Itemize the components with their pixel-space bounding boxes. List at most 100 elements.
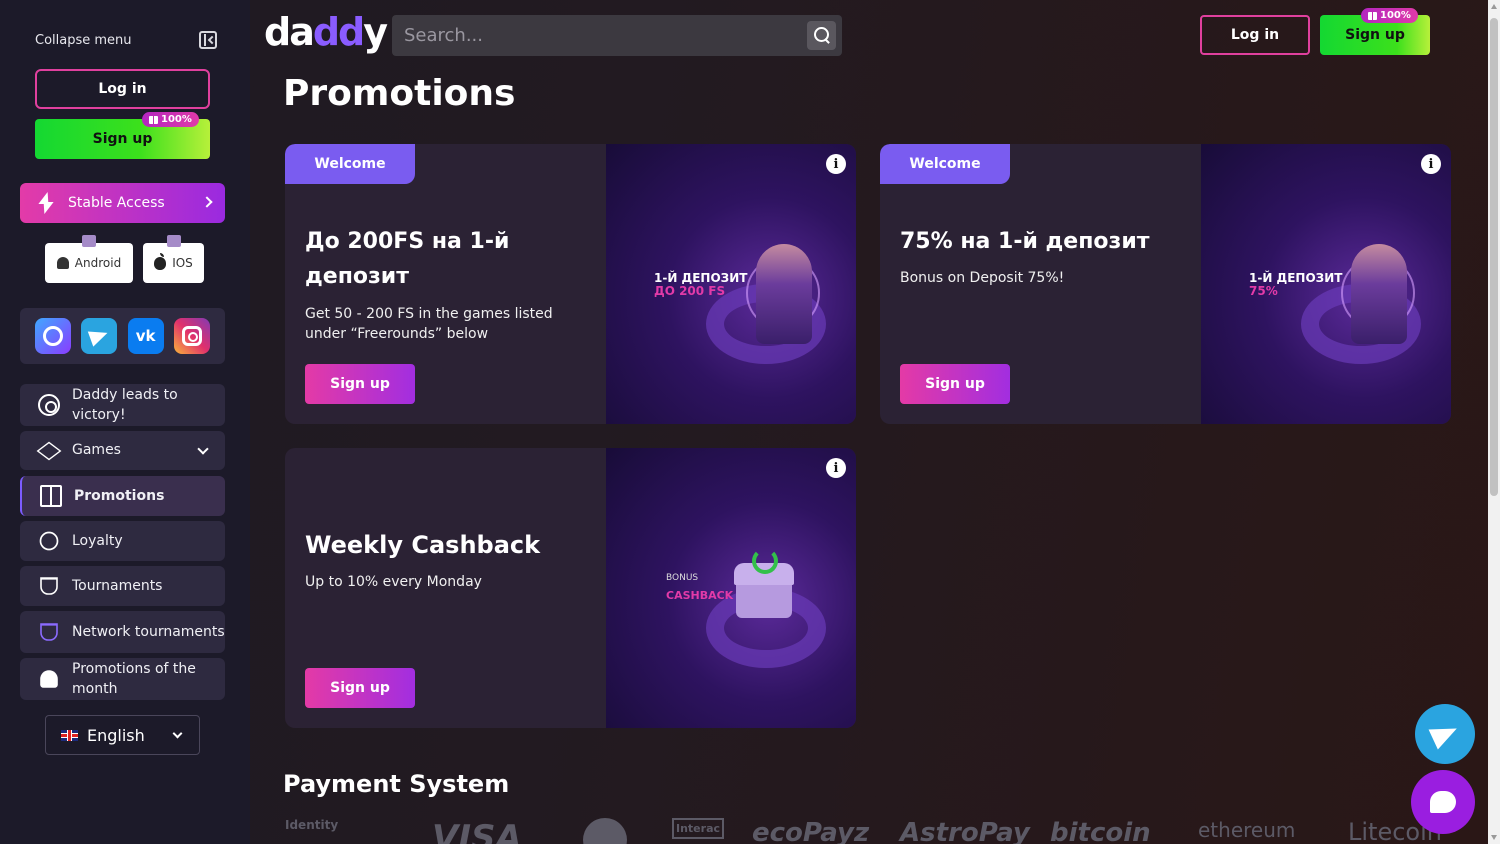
payment-system-title: Payment System: [283, 770, 510, 798]
search-icon[interactable]: [807, 21, 836, 50]
promo-card[interactable]: Weekly Cashback Up to 10% every Monday S…: [285, 448, 856, 728]
roulette-icon: [38, 394, 60, 416]
trophy-purple-icon: [40, 623, 58, 641]
scroll-up-icon[interactable]: [1491, 4, 1497, 9]
sidebar-item-games[interactable]: Games: [20, 431, 225, 470]
sidebar-item-daddy-leads[interactable]: Daddy leads to victory!: [20, 384, 225, 426]
astropay-logo: AstroPay: [900, 818, 1030, 844]
ethereum-logo: ethereum: [1198, 818, 1296, 842]
chevron-right-icon: [201, 196, 213, 208]
sidebar-item-label: Network tournaments: [72, 623, 225, 640]
sidebar-signup-bonus-badge: 100%: [142, 112, 199, 127]
page-title: Promotions: [283, 73, 516, 114]
sidebar-item-label: Daddy leads to victory!: [72, 386, 178, 423]
gift-icon: [1368, 11, 1377, 20]
language-label: English: [87, 725, 145, 745]
promo-title: 75% на 1-й депозит: [900, 229, 1150, 254]
gift-icon: [149, 115, 158, 124]
lightning-icon: [38, 192, 52, 214]
sidebar-item-label: Tournaments: [72, 577, 163, 594]
collapse-menu-button[interactable]: Collapse menu: [35, 30, 217, 50]
gift-icon: [40, 485, 62, 507]
sidebar-login-button[interactable]: Log in: [35, 69, 210, 109]
promo-tag: Welcome: [880, 144, 1010, 184]
header-signup-bonus-text: 100%: [1380, 10, 1411, 21]
sidebar-signup-bonus-text: 100%: [161, 114, 192, 125]
social-links: vk: [20, 308, 225, 364]
stable-access-button[interactable]: Stable Access: [20, 183, 225, 223]
stable-access-label: Stable Access: [68, 195, 165, 211]
flower-icon: [40, 670, 58, 688]
collapse-sidebar-icon[interactable]: [199, 31, 217, 49]
chat-button[interactable]: [1411, 770, 1475, 834]
trophy-icon: [40, 577, 58, 595]
search-bar: [392, 15, 842, 56]
promo-signup-button[interactable]: Sign up: [305, 364, 415, 404]
max-icon[interactable]: [35, 318, 72, 354]
diamond-icon: [36, 441, 62, 460]
sidebar-item-label: Promotions: [74, 487, 165, 504]
apple-icon: [154, 252, 167, 270]
sidebar: Collapse menu Log in Sign up 100% Stable…: [0, 0, 250, 844]
promo-card[interactable]: Welcome 75% на 1-й депозит Bonus on Depo…: [880, 144, 1451, 424]
promo-image-line: 75%: [1249, 284, 1278, 299]
sidebar-item-network-tournaments[interactable]: Network tournaments: [20, 611, 225, 653]
uk-flag-icon: [61, 729, 78, 741]
logo-part: da: [264, 10, 315, 54]
vk-icon[interactable]: vk: [127, 318, 164, 354]
chevron-down-icon: [172, 728, 183, 739]
scroll-thumb[interactable]: [1490, 18, 1498, 496]
sidebar-item-label: Games: [72, 442, 121, 459]
logo-part: dd: [312, 10, 365, 54]
daddy-logo[interactable]: daddy: [264, 10, 388, 54]
promo-image: 1-Й ДЕПОЗИТ 75% i: [1201, 144, 1451, 424]
ios-app-label: IOS: [172, 256, 193, 270]
bitcoin-logo: bitcoin: [1050, 818, 1151, 844]
telegram-icon: [1428, 718, 1462, 750]
promo-image: 1-Й ДЕПОЗИТ ДО 200 FS i: [606, 144, 856, 424]
telegram-icon[interactable]: [81, 318, 118, 354]
instagram-icon[interactable]: [173, 318, 210, 354]
sidebar-item-tournaments[interactable]: Tournaments: [20, 566, 225, 606]
android-icon: [56, 257, 69, 269]
mastercard-logo: [583, 818, 627, 844]
visa-logo: VISA: [432, 818, 522, 844]
info-icon[interactable]: i: [826, 154, 846, 174]
promo-signup-button[interactable]: Sign up: [900, 364, 1010, 404]
page-scrollbar[interactable]: [1488, 0, 1500, 844]
identity-logo: Identity: [285, 818, 339, 832]
language-select[interactable]: English: [45, 715, 200, 755]
interac-logo: Interac: [672, 818, 725, 839]
chevron-down-icon: [197, 443, 209, 455]
promo-title: Weekly Cashback: [305, 531, 541, 559]
gift-icon: [82, 235, 96, 247]
promo-description: Up to 10% every Monday: [305, 574, 482, 590]
promo-card[interactable]: Welcome До 200FS на 1-й депозит Get 50 -…: [285, 144, 856, 424]
sidebar-item-promotions[interactable]: Promotions: [20, 476, 225, 516]
info-icon[interactable]: i: [826, 458, 846, 478]
chat-bubble-icon: [1430, 791, 1456, 813]
promo-image-caption: 1-Й ДЕПОЗИТ ДО 200 FS: [654, 271, 747, 299]
promo-title: До 200FS на 1-й депозит: [305, 229, 510, 290]
gift-icon: [166, 235, 181, 247]
info-icon[interactable]: i: [1421, 154, 1441, 174]
promo-image-line: CASHBACK: [666, 589, 734, 602]
header-signup-bonus-badge: 100%: [1361, 8, 1418, 23]
telegram-float-button[interactable]: [1415, 704, 1475, 764]
sidebar-item-label: Loyalty: [72, 532, 123, 549]
promo-description: Get 50 - 200 FS in the games listed unde…: [305, 306, 553, 343]
promo-image-caption: 1-Й ДЕПОЗИТ 75%: [1249, 271, 1342, 299]
android-app-label: Android: [74, 256, 122, 270]
promo-signup-button[interactable]: Sign up: [305, 668, 415, 708]
header-login-button[interactable]: Log in: [1200, 15, 1310, 55]
promo-tag: Welcome: [285, 144, 415, 184]
search-input[interactable]: [404, 25, 794, 46]
scroll-down-icon[interactable]: [1491, 835, 1497, 840]
ios-app-button[interactable]: IOS: [143, 235, 204, 283]
logo-part: y: [363, 10, 388, 54]
sidebar-item-promotions-of-month[interactable]: Promotions of the month: [20, 658, 225, 700]
android-app-button[interactable]: Android: [45, 235, 133, 283]
collapse-menu-label: Collapse menu: [35, 32, 132, 48]
sidebar-item-loyalty[interactable]: Loyalty: [20, 521, 225, 561]
promo-image-line: ДО 200 FS: [654, 284, 726, 299]
